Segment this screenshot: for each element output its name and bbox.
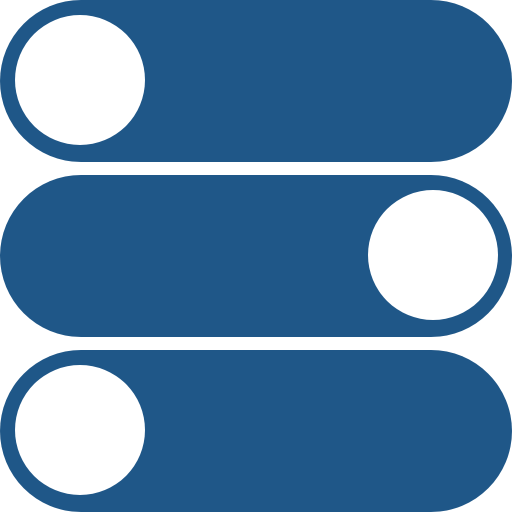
toggle-knob-1 bbox=[15, 15, 145, 145]
toggle-stack-icon bbox=[0, 0, 512, 512]
toggle-knob-2 bbox=[368, 190, 498, 320]
toggle-switch-2[interactable] bbox=[0, 175, 512, 337]
toggle-switch-1[interactable] bbox=[0, 0, 512, 162]
toggle-knob-3 bbox=[15, 365, 145, 495]
toggle-switch-3[interactable] bbox=[0, 350, 512, 512]
